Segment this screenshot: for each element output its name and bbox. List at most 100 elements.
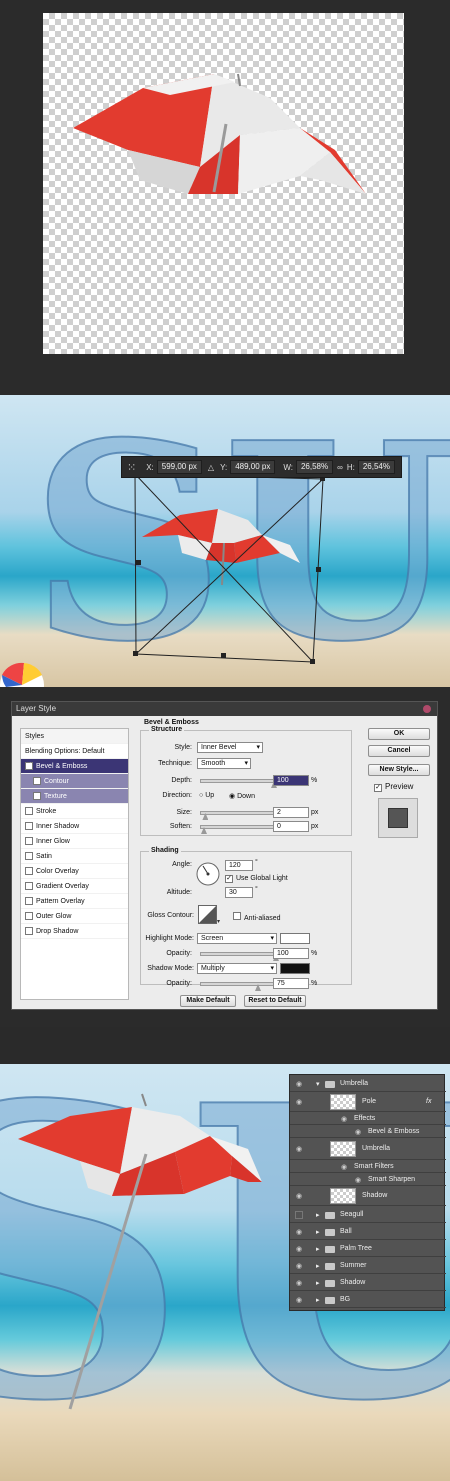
style-item[interactable]: Color Overlay <box>21 864 128 879</box>
style-checkbox[interactable]: ✓ <box>25 762 33 770</box>
style-item[interactable]: Texture <box>21 789 128 804</box>
eye-icon[interactable]: ◉ <box>293 1262 305 1270</box>
layer-row[interactable]: ◉ Effects <box>290 1112 446 1125</box>
layer-row[interactable]: ◉ ▸ BG <box>290 1291 446 1308</box>
link-icon[interactable]: ∞ <box>337 463 343 472</box>
soften-field[interactable]: 0 <box>273 821 309 832</box>
y-field[interactable]: 489,00 px <box>230 460 276 474</box>
highlight-mode-select[interactable]: Screen ▾ <box>197 933 277 944</box>
expand-arrow-icon[interactable]: ▸ <box>316 1262 320 1270</box>
layer-row[interactable]: ▸ Seagull <box>290 1206 446 1223</box>
depth-slider[interactable] <box>200 779 277 788</box>
highlight-color-swatch[interactable] <box>280 933 310 944</box>
new-style-button[interactable]: New Style... <box>368 764 430 776</box>
eye-icon[interactable]: ◉ <box>293 1279 305 1287</box>
style-item[interactable]: Outer Glow <box>21 909 128 924</box>
use-global-light-checkbox[interactable]: ✓ Use Global Light <box>225 875 288 883</box>
eye-icon[interactable]: ◉ <box>293 1245 305 1253</box>
eye-icon[interactable]: ◉ <box>293 1192 305 1200</box>
anti-aliased-checkbox[interactable]: Anti-aliased <box>233 912 281 922</box>
style-item[interactable]: Pattern Overlay <box>21 894 128 909</box>
styles-header[interactable]: Styles <box>21 729 128 744</box>
angle-field[interactable]: 120 <box>225 860 253 871</box>
layer-row[interactable]: ◉ Umbrella <box>290 1138 446 1160</box>
soften-slider[interactable] <box>200 825 276 834</box>
eye-icon[interactable]: ◉ <box>293 1080 305 1088</box>
expand-arrow-icon[interactable]: ▾ <box>316 1080 320 1088</box>
depth-field[interactable]: 100 <box>273 775 309 786</box>
expand-arrow-icon[interactable]: ▸ <box>316 1228 320 1236</box>
layer-row[interactable]: ◉ Shadow <box>290 1186 446 1206</box>
style-checkbox[interactable] <box>33 792 41 800</box>
delta-icon[interactable]: △ <box>208 463 214 472</box>
make-default-button[interactable]: Make Default <box>180 995 236 1007</box>
direction-up-radio[interactable]: ○ Up <box>199 792 214 799</box>
layer-row[interactable]: ◉ Bevel & Emboss <box>290 1125 446 1138</box>
layer-row[interactable]: ◉ ▾ Umbrella <box>290 1075 446 1092</box>
x-field[interactable]: 599,00 px <box>156 460 202 474</box>
eye-icon[interactable]: ◉ <box>293 1228 305 1236</box>
style-checkbox[interactable] <box>25 867 33 875</box>
style-item[interactable]: Blending Options: Default <box>21 744 128 759</box>
size-field[interactable]: 2 <box>273 807 309 818</box>
layer-row[interactable]: ◉ ▸ Palm Tree <box>290 1240 446 1257</box>
style-item[interactable]: ✓ Bevel & Emboss <box>21 759 128 774</box>
style-item[interactable]: Inner Glow <box>21 834 128 849</box>
technique-select[interactable]: Smooth ▾ <box>197 758 251 769</box>
eye-icon[interactable]: ◉ <box>293 1145 305 1153</box>
style-item[interactable]: Contour <box>21 774 128 789</box>
shadow-color-swatch[interactable] <box>280 963 310 974</box>
expand-arrow-icon[interactable]: ▸ <box>316 1279 320 1287</box>
preview-checkbox[interactable]: ✓ Preview <box>374 782 413 792</box>
reference-point-icon[interactable]: ⁙ <box>127 461 136 474</box>
effect-visibility-icon[interactable]: ◉ <box>338 1163 350 1171</box>
reset-default-button[interactable]: Reset to Default <box>244 995 306 1007</box>
shadow-opacity-field[interactable]: 75 <box>273 978 309 989</box>
layer-row[interactable]: ◉ ▸ Ball <box>290 1223 446 1240</box>
eye-icon[interactable]: ◉ <box>293 1098 305 1106</box>
style-checkbox[interactable] <box>33 777 41 785</box>
dialog-close-icon[interactable] <box>423 705 431 713</box>
style-checkbox[interactable] <box>25 822 33 830</box>
style-checkbox[interactable] <box>25 807 33 815</box>
angle-dial[interactable] <box>196 862 220 886</box>
h-field[interactable]: 26,54% <box>357 460 395 474</box>
expand-arrow-icon[interactable]: ▸ <box>316 1245 320 1253</box>
highlight-opacity-field[interactable]: 100 <box>273 948 309 959</box>
expand-arrow-icon[interactable]: ▸ <box>316 1296 320 1304</box>
style-checkbox[interactable] <box>25 837 33 845</box>
style-item[interactable]: Gradient Overlay <box>21 879 128 894</box>
direction-down-radio[interactable]: ◉ Down <box>229 792 255 800</box>
layer-row[interactable]: ◉ ▸ Shadow <box>290 1274 446 1291</box>
style-item[interactable]: Drop Shadow <box>21 924 128 939</box>
style-item[interactable]: Inner Shadow <box>21 819 128 834</box>
layer-row[interactable]: ◉ ▸ Summer <box>290 1257 446 1274</box>
transform-bounding-box[interactable] <box>0 395 450 687</box>
gloss-contour-picker[interactable]: ▾ <box>198 905 222 925</box>
style-checkbox[interactable] <box>25 897 33 905</box>
ok-button[interactable]: OK <box>368 728 430 740</box>
style-select[interactable]: Inner Bevel ▾ <box>197 742 263 753</box>
expand-arrow-icon[interactable]: ▸ <box>316 1211 320 1219</box>
highlight-opacity-slider[interactable] <box>200 952 279 961</box>
altitude-field[interactable]: 30 <box>225 887 253 898</box>
style-checkbox[interactable] <box>25 912 33 920</box>
w-field[interactable]: 26,58% <box>295 460 334 474</box>
effect-visibility-icon[interactable]: ◉ <box>338 1115 350 1123</box>
eye-icon[interactable]: ◉ <box>293 1296 305 1304</box>
style-item[interactable]: Satin <box>21 849 128 864</box>
layer-row[interactable]: ◉ Smart Sharpen <box>290 1173 446 1186</box>
style-item[interactable]: Stroke <box>21 804 128 819</box>
cancel-button[interactable]: Cancel <box>368 745 430 757</box>
layer-row[interactable]: ◉ Smart Filters <box>290 1160 446 1173</box>
effect-visibility-icon[interactable]: ◉ <box>352 1128 364 1136</box>
shadow-mode-select[interactable]: Multiply ▾ <box>197 963 277 974</box>
fx-icon[interactable]: fx <box>426 1098 431 1105</box>
effect-visibility-icon[interactable]: ◉ <box>352 1176 364 1184</box>
eye-icon[interactable] <box>295 1210 303 1219</box>
style-checkbox[interactable] <box>25 882 33 890</box>
shadow-opacity-slider[interactable] <box>200 982 276 991</box>
size-slider[interactable] <box>200 811 276 820</box>
style-checkbox[interactable] <box>25 852 33 860</box>
layer-row[interactable]: ◉ Pole fx <box>290 1092 446 1112</box>
